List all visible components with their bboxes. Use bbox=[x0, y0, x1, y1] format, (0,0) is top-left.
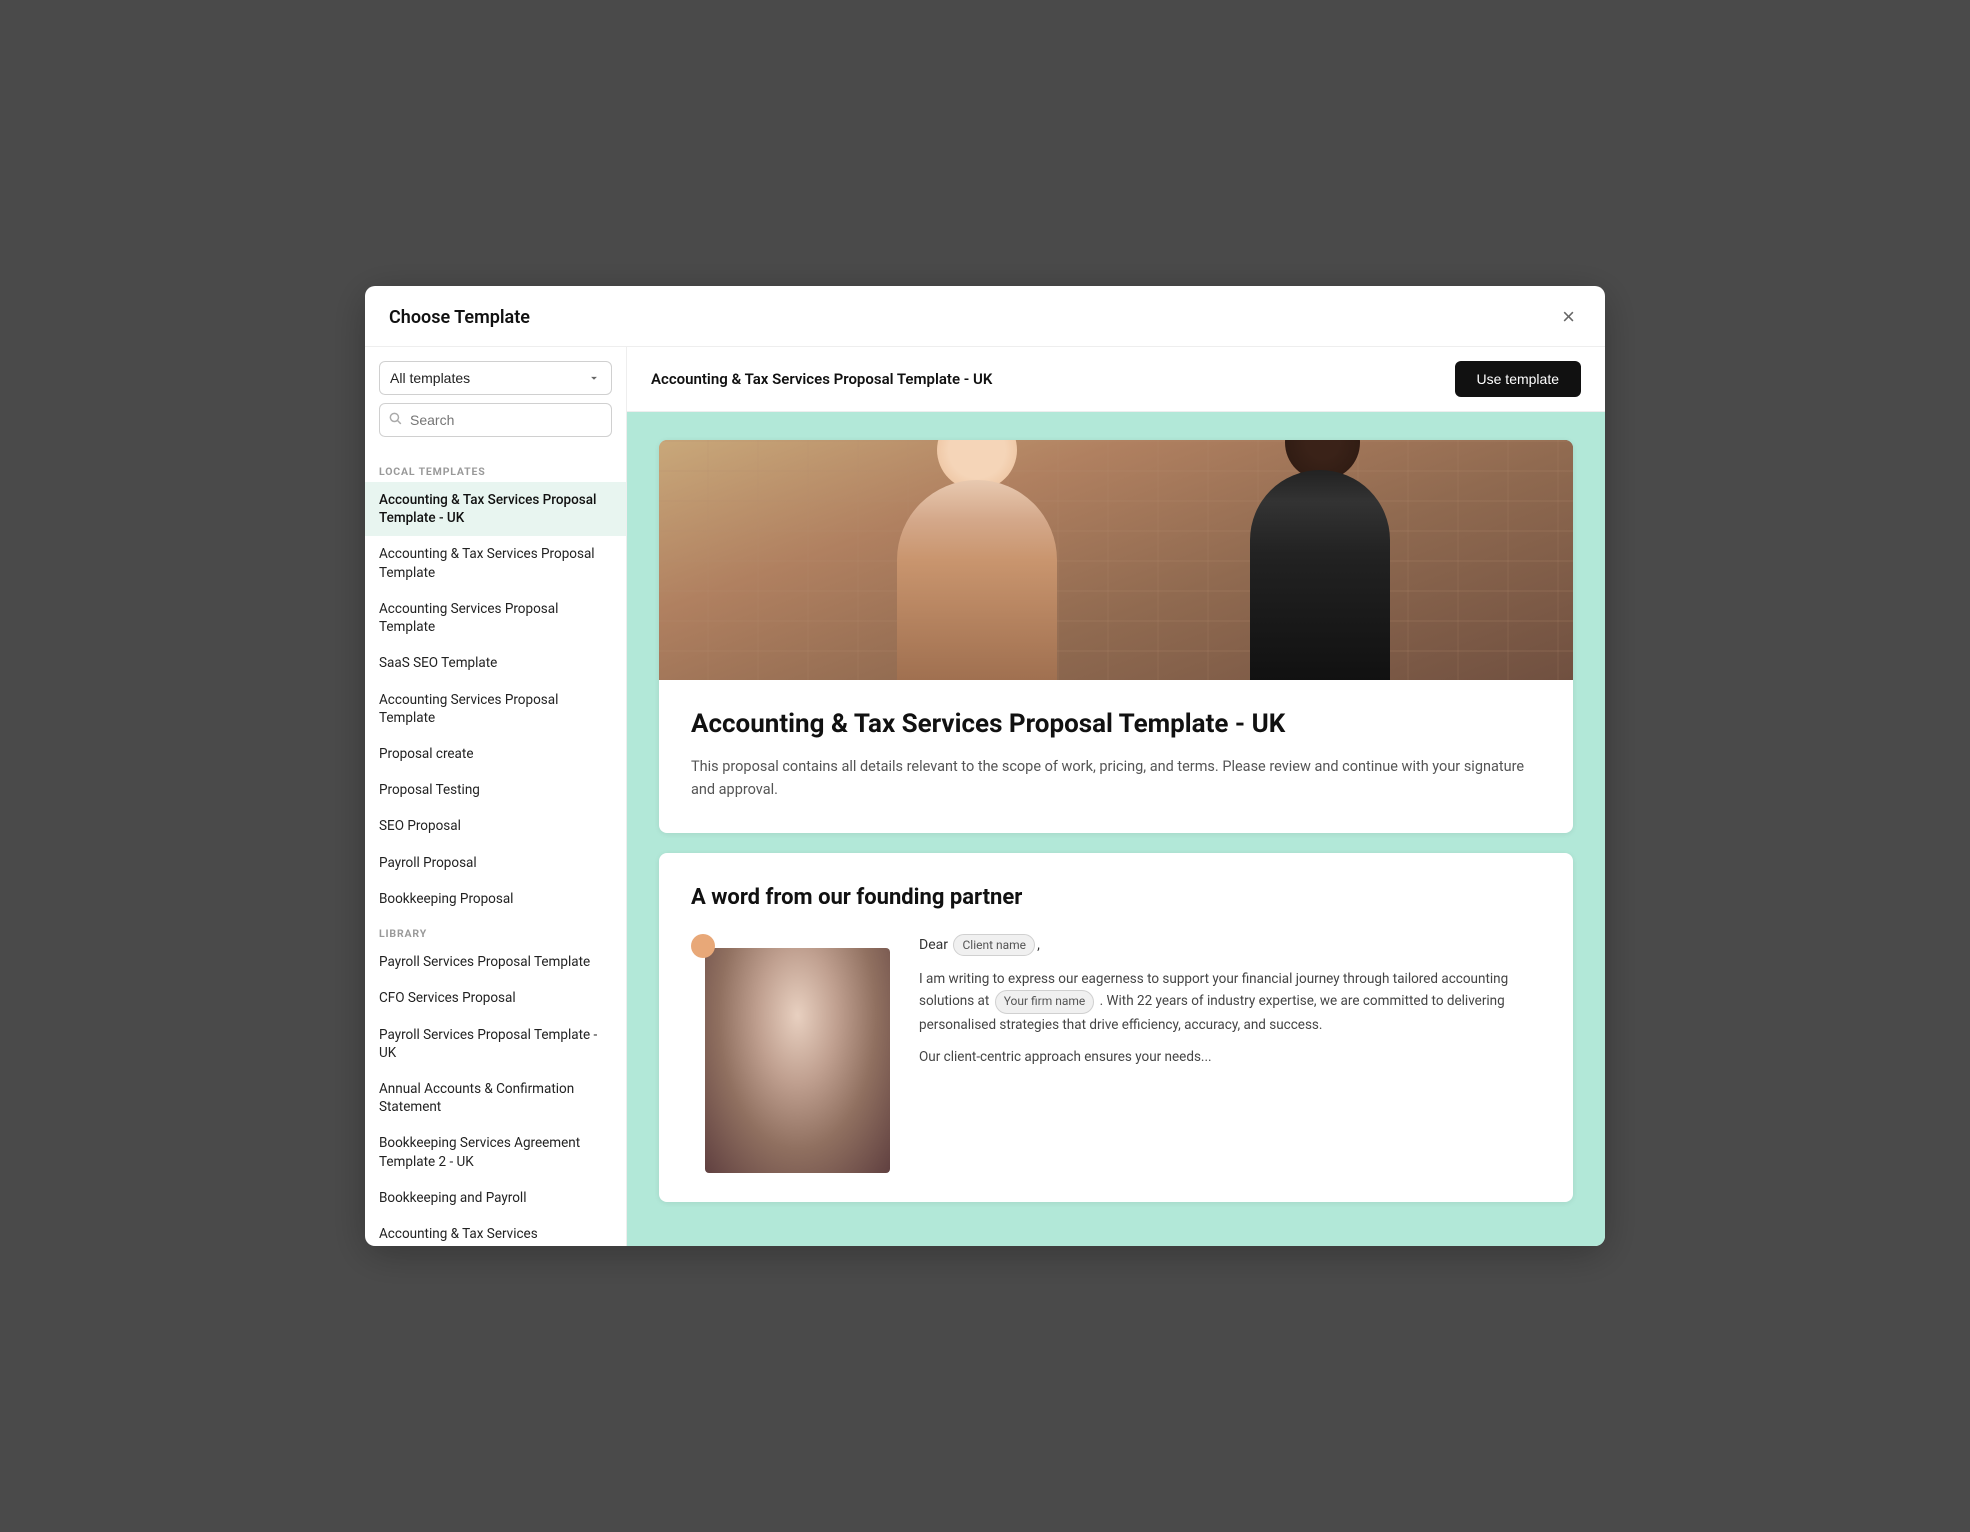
modal-header: Choose Template × bbox=[365, 286, 1605, 347]
founding-content: Dear Client name, I am writing to expres… bbox=[691, 934, 1541, 1174]
sidebar-item-payroll[interactable]: Payroll Proposal bbox=[365, 845, 626, 881]
sidebar-item-aacs[interactable]: Annual Accounts & Confirmation Statement bbox=[365, 1071, 626, 1125]
preview-card-main: Accounting & Tax Services Proposal Templ… bbox=[659, 440, 1573, 833]
sidebar-item-asp[interactable]: Accounting Services Proposal Template bbox=[365, 591, 626, 645]
section-label-library: LIBRARY bbox=[365, 917, 626, 944]
person-left-body bbox=[897, 480, 1057, 680]
founding-text-area: Dear Client name, I am writing to expres… bbox=[919, 934, 1541, 1079]
sidebar-item-pt[interactable]: Proposal Testing bbox=[365, 772, 626, 808]
founding-partner-card: A word from our founding partner Dear bbox=[659, 853, 1573, 1202]
close-button[interactable]: × bbox=[1556, 304, 1581, 330]
search-box bbox=[379, 403, 612, 437]
sidebar-item-bk[interactable]: Bookkeeping Proposal bbox=[365, 881, 626, 917]
main-content: Accounting & Tax Services Proposal Templ… bbox=[627, 347, 1605, 1246]
sidebar-item-bksa-uk[interactable]: Bookkeeping Services Agreement Template … bbox=[365, 1125, 626, 1179]
person-right-body bbox=[1250, 470, 1390, 680]
filter-select[interactable]: All templates Local templates Library bbox=[379, 361, 612, 395]
founding-dot-decoration bbox=[691, 934, 715, 958]
sidebar-item-pc[interactable]: Proposal create bbox=[365, 736, 626, 772]
preview-body: Accounting & Tax Services Proposal Templ… bbox=[659, 680, 1573, 833]
sidebar-item-pspt[interactable]: Payroll Services Proposal Template bbox=[365, 944, 626, 980]
modal-title: Choose Template bbox=[389, 307, 530, 328]
founding-photo bbox=[705, 948, 890, 1173]
founding-para-1: I am writing to express our eagerness to… bbox=[919, 968, 1541, 1036]
content-scroll: Accounting & Tax Services Proposal Templ… bbox=[627, 412, 1605, 1246]
content-header-title: Accounting & Tax Services Proposal Templ… bbox=[651, 370, 992, 388]
sidebar-item-at-uk[interactable]: Accounting & Tax Services Proposal Templ… bbox=[365, 482, 626, 536]
founding-image-area bbox=[691, 934, 891, 1174]
search-input[interactable] bbox=[379, 403, 612, 437]
preview-description: This proposal contains all details relev… bbox=[691, 755, 1541, 801]
section-label-local: LOCAL TEMPLATES bbox=[365, 455, 626, 482]
firm-name-placeholder: Your firm name bbox=[995, 990, 1095, 1014]
sidebar-top: All templates Local templates Library bbox=[365, 347, 626, 449]
founding-para-2: Our client-centric approach ensures your… bbox=[919, 1046, 1541, 1068]
founding-heading: A word from our founding partner bbox=[691, 885, 1541, 910]
content-header: Accounting & Tax Services Proposal Templ… bbox=[627, 347, 1605, 412]
hero-image-area bbox=[659, 440, 1573, 680]
sidebar-item-saas-seo[interactable]: SaaS SEO Template bbox=[365, 645, 626, 681]
hero-bg bbox=[659, 440, 1573, 680]
founding-photo-inner bbox=[705, 948, 890, 1173]
sidebar-item-ats[interactable]: Accounting & Tax Services bbox=[365, 1216, 626, 1246]
sidebar-list: LOCAL TEMPLATES Accounting & Tax Service… bbox=[365, 449, 626, 1246]
sidebar-item-asp2[interactable]: Accounting Services Proposal Template bbox=[365, 682, 626, 736]
choose-template-modal: Choose Template × All templates Local te… bbox=[365, 286, 1605, 1246]
preview-heading: Accounting & Tax Services Proposal Templ… bbox=[691, 708, 1541, 741]
sidebar: All templates Local templates Library LO… bbox=[365, 347, 627, 1246]
sidebar-item-at[interactable]: Accounting & Tax Services Proposal Templ… bbox=[365, 536, 626, 590]
modal-body: All templates Local templates Library LO… bbox=[365, 347, 1605, 1246]
sidebar-item-cfo[interactable]: CFO Services Proposal bbox=[365, 980, 626, 1016]
use-template-button[interactable]: Use template bbox=[1455, 361, 1581, 397]
sidebar-item-pspt-uk[interactable]: Payroll Services Proposal Template - UK bbox=[365, 1017, 626, 1071]
dear-prefix: Dear bbox=[919, 937, 948, 953]
sidebar-item-bkp[interactable]: Bookkeeping and Payroll bbox=[365, 1180, 626, 1216]
modal-overlay: Choose Template × All templates Local te… bbox=[0, 0, 1970, 1532]
sidebar-item-seo[interactable]: SEO Proposal bbox=[365, 808, 626, 844]
client-name-placeholder: Client name bbox=[953, 934, 1035, 956]
dear-line: Dear Client name, bbox=[919, 934, 1541, 956]
